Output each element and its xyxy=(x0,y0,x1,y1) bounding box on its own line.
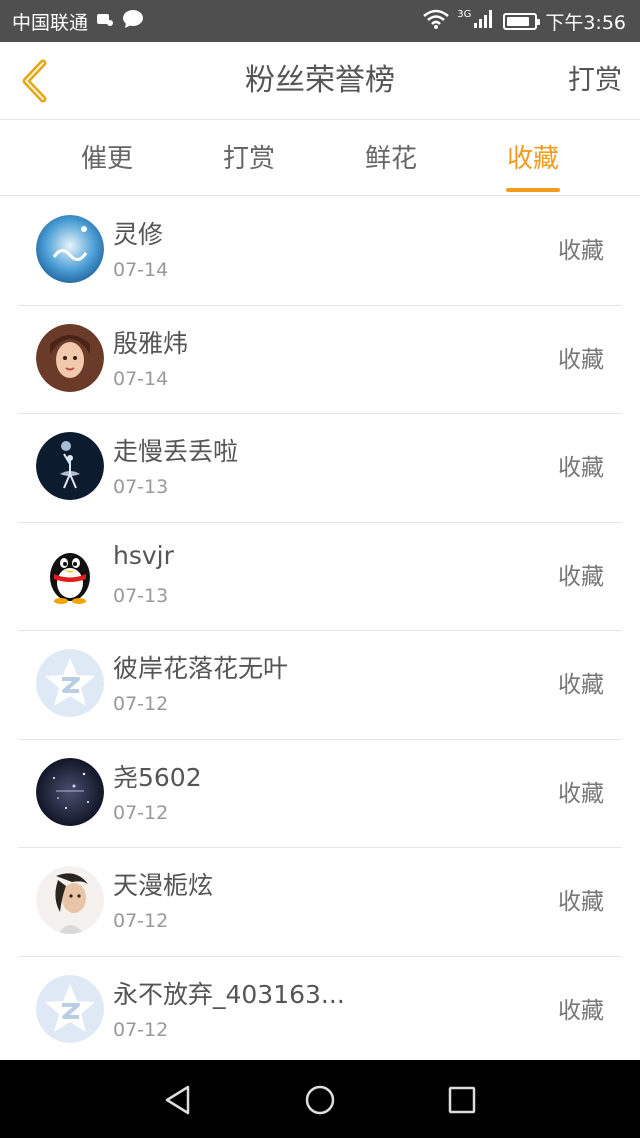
fan-date: 07-12 xyxy=(113,910,169,932)
fan-name: hsvjr xyxy=(113,540,174,570)
list-item[interactable]: 尧5602 07-12 收藏 xyxy=(18,740,622,848)
system-nav-bar xyxy=(0,1060,640,1138)
fan-date: 07-14 xyxy=(113,367,169,390)
network-type-label: 3G xyxy=(457,8,472,20)
fan-date: 07-14 xyxy=(113,259,169,281)
back-triangle-icon xyxy=(165,1085,190,1115)
tab-reward[interactable]: 打赏 xyxy=(194,121,304,196)
list-item[interactable]: 彼岸花落花无叶 07-12 收藏 xyxy=(18,631,622,740)
fan-name: 永不放弃_403163... xyxy=(113,979,345,1009)
tab-label: 鲜花 xyxy=(364,144,417,174)
status-bar: 中国联通 3G 下午3:56 xyxy=(0,0,640,42)
fan-name: 走慢丢丢啦 xyxy=(113,437,239,466)
fan-action-label: 收藏 xyxy=(558,889,604,915)
list-item[interactable]: hsvjr 07-13 收藏 xyxy=(18,523,622,631)
fan-date: 07-12 xyxy=(113,801,169,824)
fan-name: 天漫栀炫 xyxy=(113,871,214,900)
carrier-label: 中国联通 xyxy=(12,11,89,34)
fan-name: 灵修 xyxy=(113,220,164,249)
fan-list: 灵修 07-14 收藏 殷雅炜 07-14 收藏 走慢丢丢啦 07-13 收藏 … xyxy=(0,197,640,1065)
fan-name: 殷雅炜 xyxy=(113,328,189,358)
battery-icon xyxy=(503,12,541,30)
fan-name: 彼岸花落花无叶 xyxy=(113,654,289,683)
recents-square-icon xyxy=(448,1086,476,1114)
blue-watercolor-avatar xyxy=(36,215,104,283)
tab-bar: 催更 打赏 鲜花 收藏 xyxy=(0,121,640,196)
fan-date: 07-13 xyxy=(113,584,169,607)
wifi-icon xyxy=(423,9,450,34)
back-button[interactable] xyxy=(14,56,54,106)
fan-action-label: 收藏 xyxy=(558,346,604,373)
fan-action-label: 收藏 xyxy=(558,238,604,264)
fan-date: 07-12 xyxy=(113,693,169,715)
tab-urge[interactable]: 催更 xyxy=(52,121,162,196)
nav-back-button[interactable] xyxy=(158,1080,198,1120)
fan-action-label: 收藏 xyxy=(558,455,604,481)
fan-date: 07-12 xyxy=(113,1018,169,1041)
active-tab-indicator xyxy=(506,188,560,192)
fan-action-label: 收藏 xyxy=(558,672,604,698)
notification-icon xyxy=(96,10,114,32)
list-item[interactable]: 殷雅炜 07-14 收藏 xyxy=(18,306,622,414)
girl-portrait-avatar xyxy=(36,323,104,392)
nav-recents-button[interactable] xyxy=(442,1080,482,1120)
fan-date: 07-13 xyxy=(113,476,169,498)
reward-button[interactable]: 打赏 xyxy=(568,42,622,120)
woman-profile-avatar xyxy=(36,866,104,934)
header-bar: 粉丝荣誉榜 打赏 xyxy=(0,42,640,120)
fan-action-label: 收藏 xyxy=(558,780,604,807)
tab-label: 打赏 xyxy=(222,144,275,174)
dancer-night-avatar xyxy=(36,432,104,500)
tab-label: 催更 xyxy=(80,144,133,174)
chat-bubble-icon xyxy=(122,9,144,34)
nav-home-button[interactable] xyxy=(300,1080,340,1120)
list-item[interactable]: 灵修 07-14 收藏 xyxy=(18,197,622,306)
fan-action-label: 收藏 xyxy=(558,563,604,590)
back-chevron-icon xyxy=(22,59,47,103)
tab-flowers[interactable]: 鲜花 xyxy=(336,121,446,196)
default-star-avatar xyxy=(36,649,104,717)
list-item[interactable]: 永不放弃_403163... 07-12 收藏 xyxy=(18,957,622,1065)
galaxy-avatar xyxy=(36,757,104,826)
signal-icon xyxy=(473,9,495,34)
list-item[interactable]: 天漫栀炫 07-12 收藏 xyxy=(18,848,622,957)
tab-favorites[interactable]: 收藏 xyxy=(478,121,588,196)
penguin-avatar xyxy=(36,541,104,609)
list-item[interactable]: 走慢丢丢啦 07-13 收藏 xyxy=(18,414,622,523)
tab-label: 收藏 xyxy=(506,144,559,174)
page-title: 粉丝荣誉榜 xyxy=(245,63,395,98)
fan-action-label: 收藏 xyxy=(558,997,604,1024)
home-circle-icon xyxy=(305,1085,335,1115)
default-star-avatar xyxy=(36,974,104,1043)
fan-name: 尧5602 xyxy=(113,762,202,792)
clock-label: 下午3:56 xyxy=(545,11,626,34)
